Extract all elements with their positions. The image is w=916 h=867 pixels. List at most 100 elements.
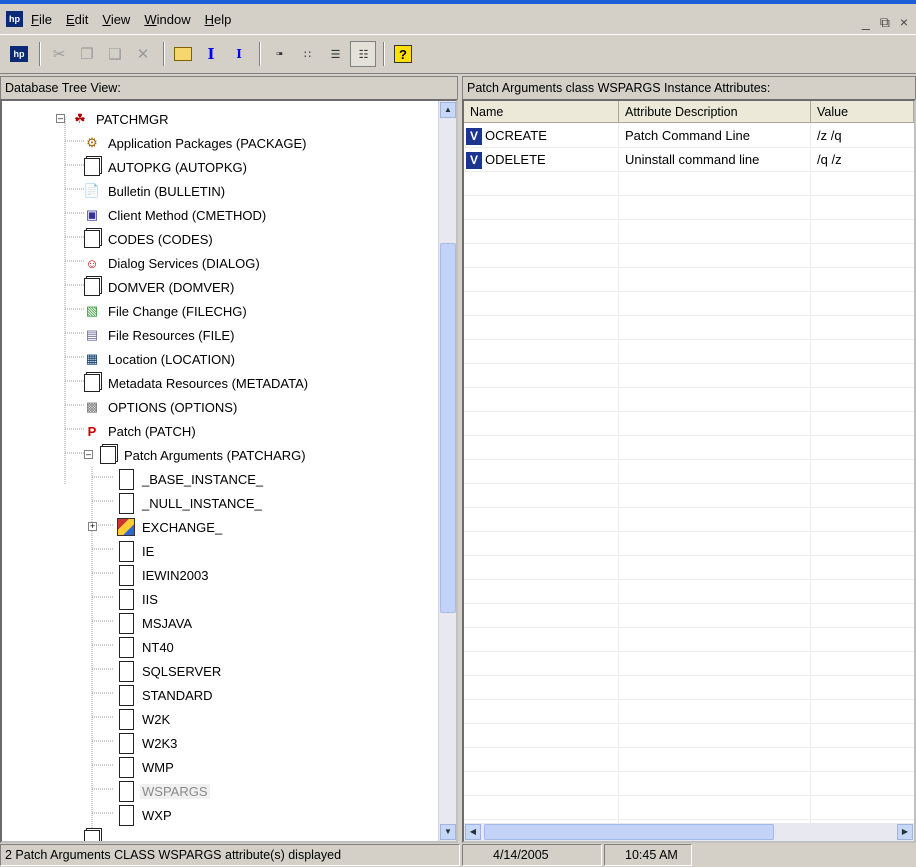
list-icon: ☰ [330,48,341,61]
tree-node-label: Location (LOCATION) [108,351,235,367]
grid-line [810,123,811,823]
class-icon [82,373,102,393]
details-view-button[interactable]: ☷ [350,41,376,67]
open-folder-button[interactable] [170,41,196,67]
tree-node-instance[interactable]: STANDARD [116,683,215,707]
toolbar-separator [383,42,385,66]
list-view-button[interactable]: ☰ [322,41,348,67]
large-icons-button[interactable]: ▫▪ [266,41,292,67]
tree-node-class[interactable]: ⚙ Application Packages (PACKAGE) [82,131,308,155]
tree-node-label: IEWIN2003 [142,567,209,583]
restore-button[interactable]: ⧉ [880,14,890,31]
delete-button[interactable]: ✕ [130,41,156,67]
tree-node-instance[interactable]: IE [116,539,156,563]
column-header-value[interactable]: Value [811,101,914,123]
expand-toggle[interactable]: + [88,522,97,531]
instance-icon [116,493,136,513]
tree-node-instance[interactable]: MSJAVA [116,611,194,635]
column-header-description[interactable]: Attribute Description [619,101,811,123]
cut-button[interactable]: ✂ [46,41,72,67]
tree-node-label: W2K [142,711,171,727]
tree-node-class[interactable]: ☺ Dialog Services (DIALOG) [82,251,262,275]
tree-node-label: STANDARD [142,687,213,703]
scroll-thumb[interactable] [484,824,774,840]
instance-icon [116,661,136,681]
instance-icon [116,685,136,705]
tree-node-instance[interactable]: EXCHANGE_ [116,515,224,539]
copy-button[interactable]: ❐ [74,41,100,67]
tree-node-class[interactable]: ▤ File Resources (FILE) [82,323,236,347]
tree-node-label: AUTOPKG (AUTOPKG) [108,159,247,175]
small-icons-button[interactable]: ∷ [294,41,320,67]
menu-view[interactable]: View [102,12,130,27]
patch-icon: P [87,423,97,439]
name-cell: V OCREATE [464,124,619,148]
tree-node-class[interactable]: DOMVER (DOMVER) [82,275,236,299]
app-logo-icon[interactable]: hp [6,11,23,27]
scroll-thumb[interactable] [440,243,456,613]
tree-node-instance[interactable]: W2K3 [116,731,179,755]
tree-node-instance[interactable]: _NULL_INSTANCE_ [116,491,264,515]
minimize-button[interactable]: _ [862,14,870,31]
tree-node-instance-selected[interactable]: WSPARGS [116,779,210,803]
tree-node-instance[interactable]: WXP [116,803,174,827]
tree-node-class[interactable]: Metadata Resources (METADATA) [82,371,310,395]
tree-pane-title: Database Tree View: [0,76,458,99]
database-tree[interactable]: – ☘ PATCHMGR ⚙ Application Packages (PACK… [0,99,458,843]
status-date: 4/14/2005 [462,844,602,866]
toolbar: hp ✂ ❐ ❑ ✕ I I ▫▪ ∷ ☰ ☷ ? [0,34,916,74]
paste-button[interactable]: ❑ [102,41,128,67]
tree-node-class[interactable]: AUTOPKG (AUTOPKG) [82,155,249,179]
instance-icon [116,709,136,729]
table-row[interactable]: V ODELETE Uninstall command line /q /z [464,148,914,172]
file-change-icon: ▧ [85,303,99,318]
scroll-up-button[interactable]: ▲ [440,102,456,118]
tree-node-class[interactable]: ▧ File Change (FILECHG) [82,299,249,323]
tree-vertical-scrollbar[interactable]: ▲ ▼ [438,101,456,841]
collapse-toggle[interactable]: – [56,114,65,123]
tree-node-class[interactable]: ▩ OPTIONS (OPTIONS) [82,395,239,419]
instance-view-button[interactable]: I [198,41,224,67]
name-cell: V ODELETE [464,148,619,172]
tree-node-label: NT40 [142,639,174,655]
collapse-toggle[interactable]: – [84,450,93,459]
tree-node-class[interactable]: ▦ Location (LOCATION) [82,347,237,371]
tree-node-class-expanded[interactable]: Patch Arguments (PATCHARG) [98,443,308,467]
delete-icon: ✕ [136,46,150,63]
grid-line [618,123,619,823]
tree-node-instance[interactable]: IEWIN2003 [116,563,210,587]
menu-help[interactable]: Help [205,12,232,27]
scroll-left-button[interactable]: ◀ [465,824,481,840]
tree-node-class[interactable]: P Patch (PATCH) [82,419,198,443]
attributes-grid: Name Attribute Description Value V OCREAT… [462,99,916,843]
column-header-name[interactable]: Name [464,101,619,123]
tree-node-class[interactable]: CODES (CODES) [82,227,215,251]
tree-node-class[interactable]: 📄 Bulletin (BULLETIN) [82,179,227,203]
tree-node-instance[interactable]: NT40 [116,635,176,659]
class-icon [82,829,102,841]
menu-edit[interactable]: Edit [66,12,88,27]
package-icon: ⚙ [86,135,98,150]
copy-icon: ❐ [80,46,94,63]
tree-node-instance[interactable]: _BASE_INSTANCE_ [116,467,265,491]
tree-node-instance[interactable]: W2K [116,707,172,731]
menu-file[interactable]: File [31,12,52,27]
class-view-button[interactable]: I [226,41,252,67]
instance-icon [116,781,136,801]
help-button[interactable]: ? [390,41,416,67]
tree-node-label: CODES (CODES) [108,231,213,247]
scroll-down-button[interactable]: ▼ [440,824,456,840]
tree-node-instance[interactable]: WMP [116,755,176,779]
menu-window[interactable]: Window [144,12,190,27]
app-logo-button[interactable]: hp [6,41,32,67]
tree-node-instance[interactable]: IIS [116,587,160,611]
scroll-right-button[interactable]: ▶ [897,824,913,840]
tree-node-class-partial[interactable] [82,827,106,841]
instance-icon: I [207,45,215,63]
close-button[interactable]: × [900,14,908,31]
table-row[interactable]: V OCREATE Patch Command Line /z /q [464,124,914,148]
tree-node-root[interactable]: ☘ PATCHMGR [70,107,170,131]
tree-node-instance[interactable]: SQLSERVER [116,659,223,683]
tree-node-class[interactable]: ▣ Client Method (CMETHOD) [82,203,268,227]
grid-horizontal-scrollbar[interactable]: ◀ ▶ [464,823,914,841]
